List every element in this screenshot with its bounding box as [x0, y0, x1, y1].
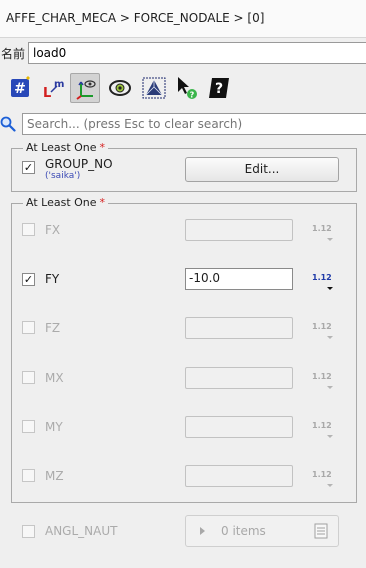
my-dropdown-arrow[interactable] [327, 435, 333, 438]
expand-arrow-icon [200, 527, 205, 535]
group-title: At Least One * [23, 196, 109, 209]
mx-checkbox[interactable] [22, 371, 35, 384]
mz-input[interactable] [185, 465, 293, 487]
name-input[interactable] [28, 42, 366, 64]
search-input[interactable] [22, 113, 366, 135]
my-input[interactable] [185, 416, 293, 438]
pointer-help-icon[interactable]: ? [172, 73, 202, 103]
mx-version-badge[interactable]: 1.12 [312, 372, 332, 381]
group-at-least-one-forces: At Least One * [11, 196, 357, 503]
group-no-sublabel: ('saika') [45, 171, 81, 181]
fy-checkbox[interactable]: ✓ [22, 273, 35, 286]
items-count: 0 items [221, 524, 266, 538]
required-mark: * [99, 196, 106, 209]
group-title-text: At Least One [26, 196, 97, 209]
angl-naut-items-button[interactable]: 0 items [185, 515, 339, 547]
fz-input[interactable] [185, 317, 293, 339]
help-icon[interactable]: ? [204, 73, 234, 103]
edit-button[interactable]: Edit... [185, 157, 339, 182]
svg-text:?: ? [215, 81, 223, 97]
fx-label: FX [45, 223, 61, 237]
group-no-checkbox[interactable]: ✓ [22, 161, 35, 174]
breadcrumb: AFFE_CHAR_MECA > FORCE_NODALE > [0] [0, 0, 366, 38]
local-frame-icon[interactable]: L m [38, 73, 68, 103]
mz-version-badge[interactable]: 1.12 [312, 470, 332, 479]
fz-version-badge[interactable]: 1.12 [312, 322, 332, 331]
my-label: MY [45, 420, 63, 434]
mx-dropdown-arrow[interactable] [327, 386, 333, 389]
my-version-badge[interactable]: 1.12 [312, 421, 332, 430]
fz-dropdown-arrow[interactable] [327, 336, 333, 339]
fy-version-badge[interactable]: 1.12 [312, 273, 332, 282]
mz-checkbox[interactable] [22, 469, 35, 482]
svg-text:?: ? [190, 91, 195, 100]
list-edit-icon [314, 523, 328, 542]
fy-label: FY [45, 272, 60, 286]
axes-view-icon[interactable] [70, 73, 100, 103]
angl-naut-label: ANGL_NAUT [45, 524, 118, 538]
fy-dropdown-arrow[interactable] [327, 287, 333, 290]
fx-checkbox[interactable] [22, 223, 35, 236]
name-label: 名前 [1, 47, 26, 61]
my-checkbox[interactable] [22, 420, 35, 433]
fx-version-badge[interactable]: 1.12 [312, 224, 332, 233]
svg-text:#: # [14, 81, 26, 97]
mz-label: MZ [45, 469, 64, 483]
toolbar: # L m ? ? [6, 73, 246, 103]
fx-dropdown-arrow[interactable] [327, 238, 333, 241]
fy-input[interactable]: -10.0 [185, 268, 293, 290]
group-no-label: GROUP_NO [45, 157, 113, 171]
group-title: At Least One * [23, 141, 109, 154]
mx-input[interactable] [185, 367, 293, 389]
mz-dropdown-arrow[interactable] [327, 484, 333, 487]
fx-input[interactable] [185, 219, 293, 241]
mx-label: MX [45, 371, 64, 385]
svg-text:L: L [43, 86, 51, 100]
fz-checkbox[interactable] [22, 321, 35, 334]
angl-naut-checkbox[interactable] [22, 525, 35, 538]
name-row: 名前 [0, 42, 366, 64]
required-mark: * [99, 141, 106, 154]
search-icon [0, 116, 16, 135]
fz-label: FZ [45, 321, 61, 335]
eye-icon[interactable] [105, 73, 135, 103]
mesh-icon[interactable] [139, 73, 169, 103]
search-row [0, 113, 366, 137]
group-title-text: At Least One [26, 141, 97, 154]
hash-icon[interactable]: # [6, 73, 36, 103]
